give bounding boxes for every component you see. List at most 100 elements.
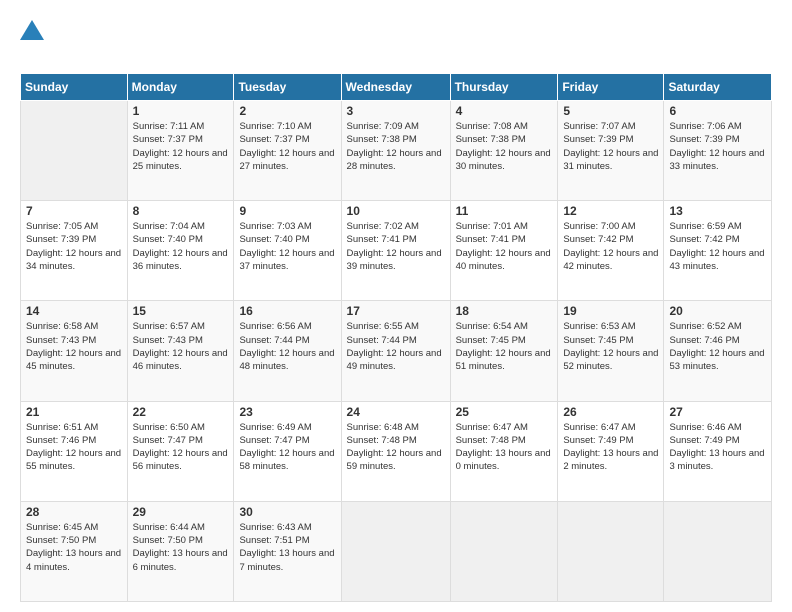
- sunset-text: Sunset: 7:38 PM: [456, 133, 553, 146]
- calendar-cell: 27Sunrise: 6:46 AMSunset: 7:49 PMDayligh…: [664, 401, 772, 501]
- sunrise-text: Sunrise: 6:57 AM: [133, 320, 229, 333]
- daylight-text: Daylight: 13 hours and 0 minutes.: [456, 447, 553, 474]
- day-info: Sunrise: 7:09 AMSunset: 7:38 PMDaylight:…: [347, 120, 445, 173]
- day-info: Sunrise: 7:03 AMSunset: 7:40 PMDaylight:…: [239, 220, 335, 273]
- sunrise-text: Sunrise: 6:50 AM: [133, 421, 229, 434]
- sunset-text: Sunset: 7:50 PM: [26, 534, 122, 547]
- calendar-cell: 10Sunrise: 7:02 AMSunset: 7:41 PMDayligh…: [341, 201, 450, 301]
- calendar-cell: 13 Sunrise: 6:59 AMSunset: 7:42 PMDayligh…: [664, 201, 772, 301]
- daylight-text: Daylight: 12 hours and 28 minutes.: [347, 147, 445, 174]
- sunset-text: Sunset: 7:49 PM: [563, 434, 658, 447]
- day-number: 13: [669, 204, 766, 218]
- page: SundayMondayTuesdayWednesdayThursdayFrid…: [0, 0, 792, 612]
- sunrise-text: Sunrise: 6:53 AM: [563, 320, 658, 333]
- day-info: Sunrise: 6:58 AMSunset: 7:43 PMDaylight:…: [26, 320, 122, 373]
- day-header-saturday: Saturday: [664, 74, 772, 101]
- day-info: Sunrise: 6:43 AMSunset: 7:51 PMDaylight:…: [239, 521, 335, 574]
- day-number: 17: [347, 304, 445, 318]
- day-info: Sunrise: 6:48 AMSunset: 7:48 PMDaylight:…: [347, 421, 445, 474]
- day-info: Sunrise: 7:04 AMSunset: 7:40 PMDaylight:…: [133, 220, 229, 273]
- day-info: Sunrise: 6:57 AMSunset: 7:43 PMDaylight:…: [133, 320, 229, 373]
- sunrise-text: Sunrise: 7:08 AM: [456, 120, 553, 133]
- day-number: 4: [456, 104, 553, 118]
- day-number: 22: [133, 405, 229, 419]
- calendar-table: SundayMondayTuesdayWednesdayThursdayFrid…: [20, 73, 772, 602]
- daylight-text: Daylight: 12 hours and 45 minutes.: [26, 347, 122, 374]
- sunset-text: Sunset: 7:48 PM: [347, 434, 445, 447]
- sunset-text: Sunset: 7:40 PM: [239, 233, 335, 246]
- day-number: 30: [239, 505, 335, 519]
- daylight-text: Daylight: 12 hours and 52 minutes.: [563, 347, 658, 374]
- day-number: 29: [133, 505, 229, 519]
- week-row-0: 1Sunrise: 7:11 AMSunset: 7:37 PMDaylight…: [21, 101, 772, 201]
- sunset-text: Sunset: 7:39 PM: [563, 133, 658, 146]
- daylight-text: Daylight: 12 hours and 43 minutes.: [669, 247, 766, 274]
- daylight-text: Daylight: 12 hours and 56 minutes.: [133, 447, 229, 474]
- sunset-text: Sunset: 7:39 PM: [26, 233, 122, 246]
- day-number: 10: [347, 204, 445, 218]
- sunrise-text: Sunrise: 7:07 AM: [563, 120, 658, 133]
- calendar-cell: 1Sunrise: 7:11 AMSunset: 7:37 PMDaylight…: [127, 101, 234, 201]
- day-info: Sunrise: 7:05 AMSunset: 7:39 PMDaylight:…: [26, 220, 122, 273]
- day-header-sunday: Sunday: [21, 74, 128, 101]
- header: [20, 20, 772, 63]
- day-info: Sunrise: 6:53 AMSunset: 7:45 PMDaylight:…: [563, 320, 658, 373]
- daylight-text: Daylight: 12 hours and 51 minutes.: [456, 347, 553, 374]
- calendar-cell: [341, 501, 450, 601]
- day-number: 25: [456, 405, 553, 419]
- sunrise-text: Sunrise: 7:06 AM: [669, 120, 766, 133]
- calendar-cell: 21 Sunrise: 6:51 AMSunset: 7:46 PMDayligh…: [21, 401, 128, 501]
- calendar-cell: [450, 501, 558, 601]
- day-info: Sunrise: 6:45 AMSunset: 7:50 PMDaylight:…: [26, 521, 122, 574]
- sunset-text: Sunset: 7:37 PM: [133, 133, 229, 146]
- sunrise-text: Sunrise: 6:56 AM: [239, 320, 335, 333]
- sunset-text: Sunset: 7:45 PM: [456, 334, 553, 347]
- sunset-text: Sunset: 7:43 PM: [26, 334, 122, 347]
- sunrise-text: Sunrise: 6:51 AM: [26, 421, 122, 434]
- calendar-cell: 19 Sunrise: 6:53 AMSunset: 7:45 PMDayligh…: [558, 301, 664, 401]
- day-number: 27: [669, 405, 766, 419]
- sunset-text: Sunset: 7:40 PM: [133, 233, 229, 246]
- sunset-text: Sunset: 7:46 PM: [26, 434, 122, 447]
- calendar-cell: 24Sunrise: 6:48 AMSunset: 7:48 PMDayligh…: [341, 401, 450, 501]
- calendar-cell: [664, 501, 772, 601]
- sunrise-text: Sunrise: 6:43 AM: [239, 521, 335, 534]
- sunrise-text: Sunrise: 6:44 AM: [133, 521, 229, 534]
- calendar-cell: 17Sunrise: 6:55 AMSunset: 7:44 PMDayligh…: [341, 301, 450, 401]
- day-number: 21: [26, 405, 122, 419]
- sunset-text: Sunset: 7:38 PM: [347, 133, 445, 146]
- sunrise-text: Sunrise: 6:45 AM: [26, 521, 122, 534]
- day-info: Sunrise: 7:01 AMSunset: 7:41 PMDaylight:…: [456, 220, 553, 273]
- calendar-cell: 28Sunrise: 6:45 AMSunset: 7:50 PMDayligh…: [21, 501, 128, 601]
- sunrise-text: Sunrise: 6:58 AM: [26, 320, 122, 333]
- logo-icon: [20, 20, 44, 42]
- day-info: Sunrise: 6:49 AMSunset: 7:47 PMDaylight:…: [239, 421, 335, 474]
- day-number: 20: [669, 304, 766, 318]
- daylight-text: Daylight: 12 hours and 55 minutes.: [26, 447, 122, 474]
- sunrise-text: Sunrise: 6:52 AM: [669, 320, 766, 333]
- day-number: 26: [563, 405, 658, 419]
- calendar-cell: 12Sunrise: 7:00 AMSunset: 7:42 PMDayligh…: [558, 201, 664, 301]
- day-info: Sunrise: 6:47 AMSunset: 7:48 PMDaylight:…: [456, 421, 553, 474]
- day-header-friday: Friday: [558, 74, 664, 101]
- day-info: Sunrise: 6:50 AMSunset: 7:47 PMDaylight:…: [133, 421, 229, 474]
- day-info: Sunrise: 7:11 AMSunset: 7:37 PMDaylight:…: [133, 120, 229, 173]
- daylight-text: Daylight: 12 hours and 59 minutes.: [347, 447, 445, 474]
- day-info: Sunrise: 7:08 AMSunset: 7:38 PMDaylight:…: [456, 120, 553, 173]
- day-number: 23: [239, 405, 335, 419]
- sunrise-text: Sunrise: 6:48 AM: [347, 421, 445, 434]
- day-info: Sunrise: 6:59 AMSunset: 7:42 PMDaylight:…: [669, 220, 766, 273]
- day-number: 19: [563, 304, 658, 318]
- sunrise-text: Sunrise: 7:03 AM: [239, 220, 335, 233]
- day-header-tuesday: Tuesday: [234, 74, 341, 101]
- sunrise-text: Sunrise: 6:47 AM: [456, 421, 553, 434]
- logo-line: [20, 20, 44, 42]
- sunset-text: Sunset: 7:37 PM: [239, 133, 335, 146]
- daylight-text: Daylight: 12 hours and 39 minutes.: [347, 247, 445, 274]
- day-header-wednesday: Wednesday: [341, 74, 450, 101]
- daylight-text: Daylight: 12 hours and 53 minutes.: [669, 347, 766, 374]
- daylight-text: Daylight: 12 hours and 27 minutes.: [239, 147, 335, 174]
- day-number: 12: [563, 204, 658, 218]
- calendar-cell: 15Sunrise: 6:57 AMSunset: 7:43 PMDayligh…: [127, 301, 234, 401]
- sunrise-text: Sunrise: 6:55 AM: [347, 320, 445, 333]
